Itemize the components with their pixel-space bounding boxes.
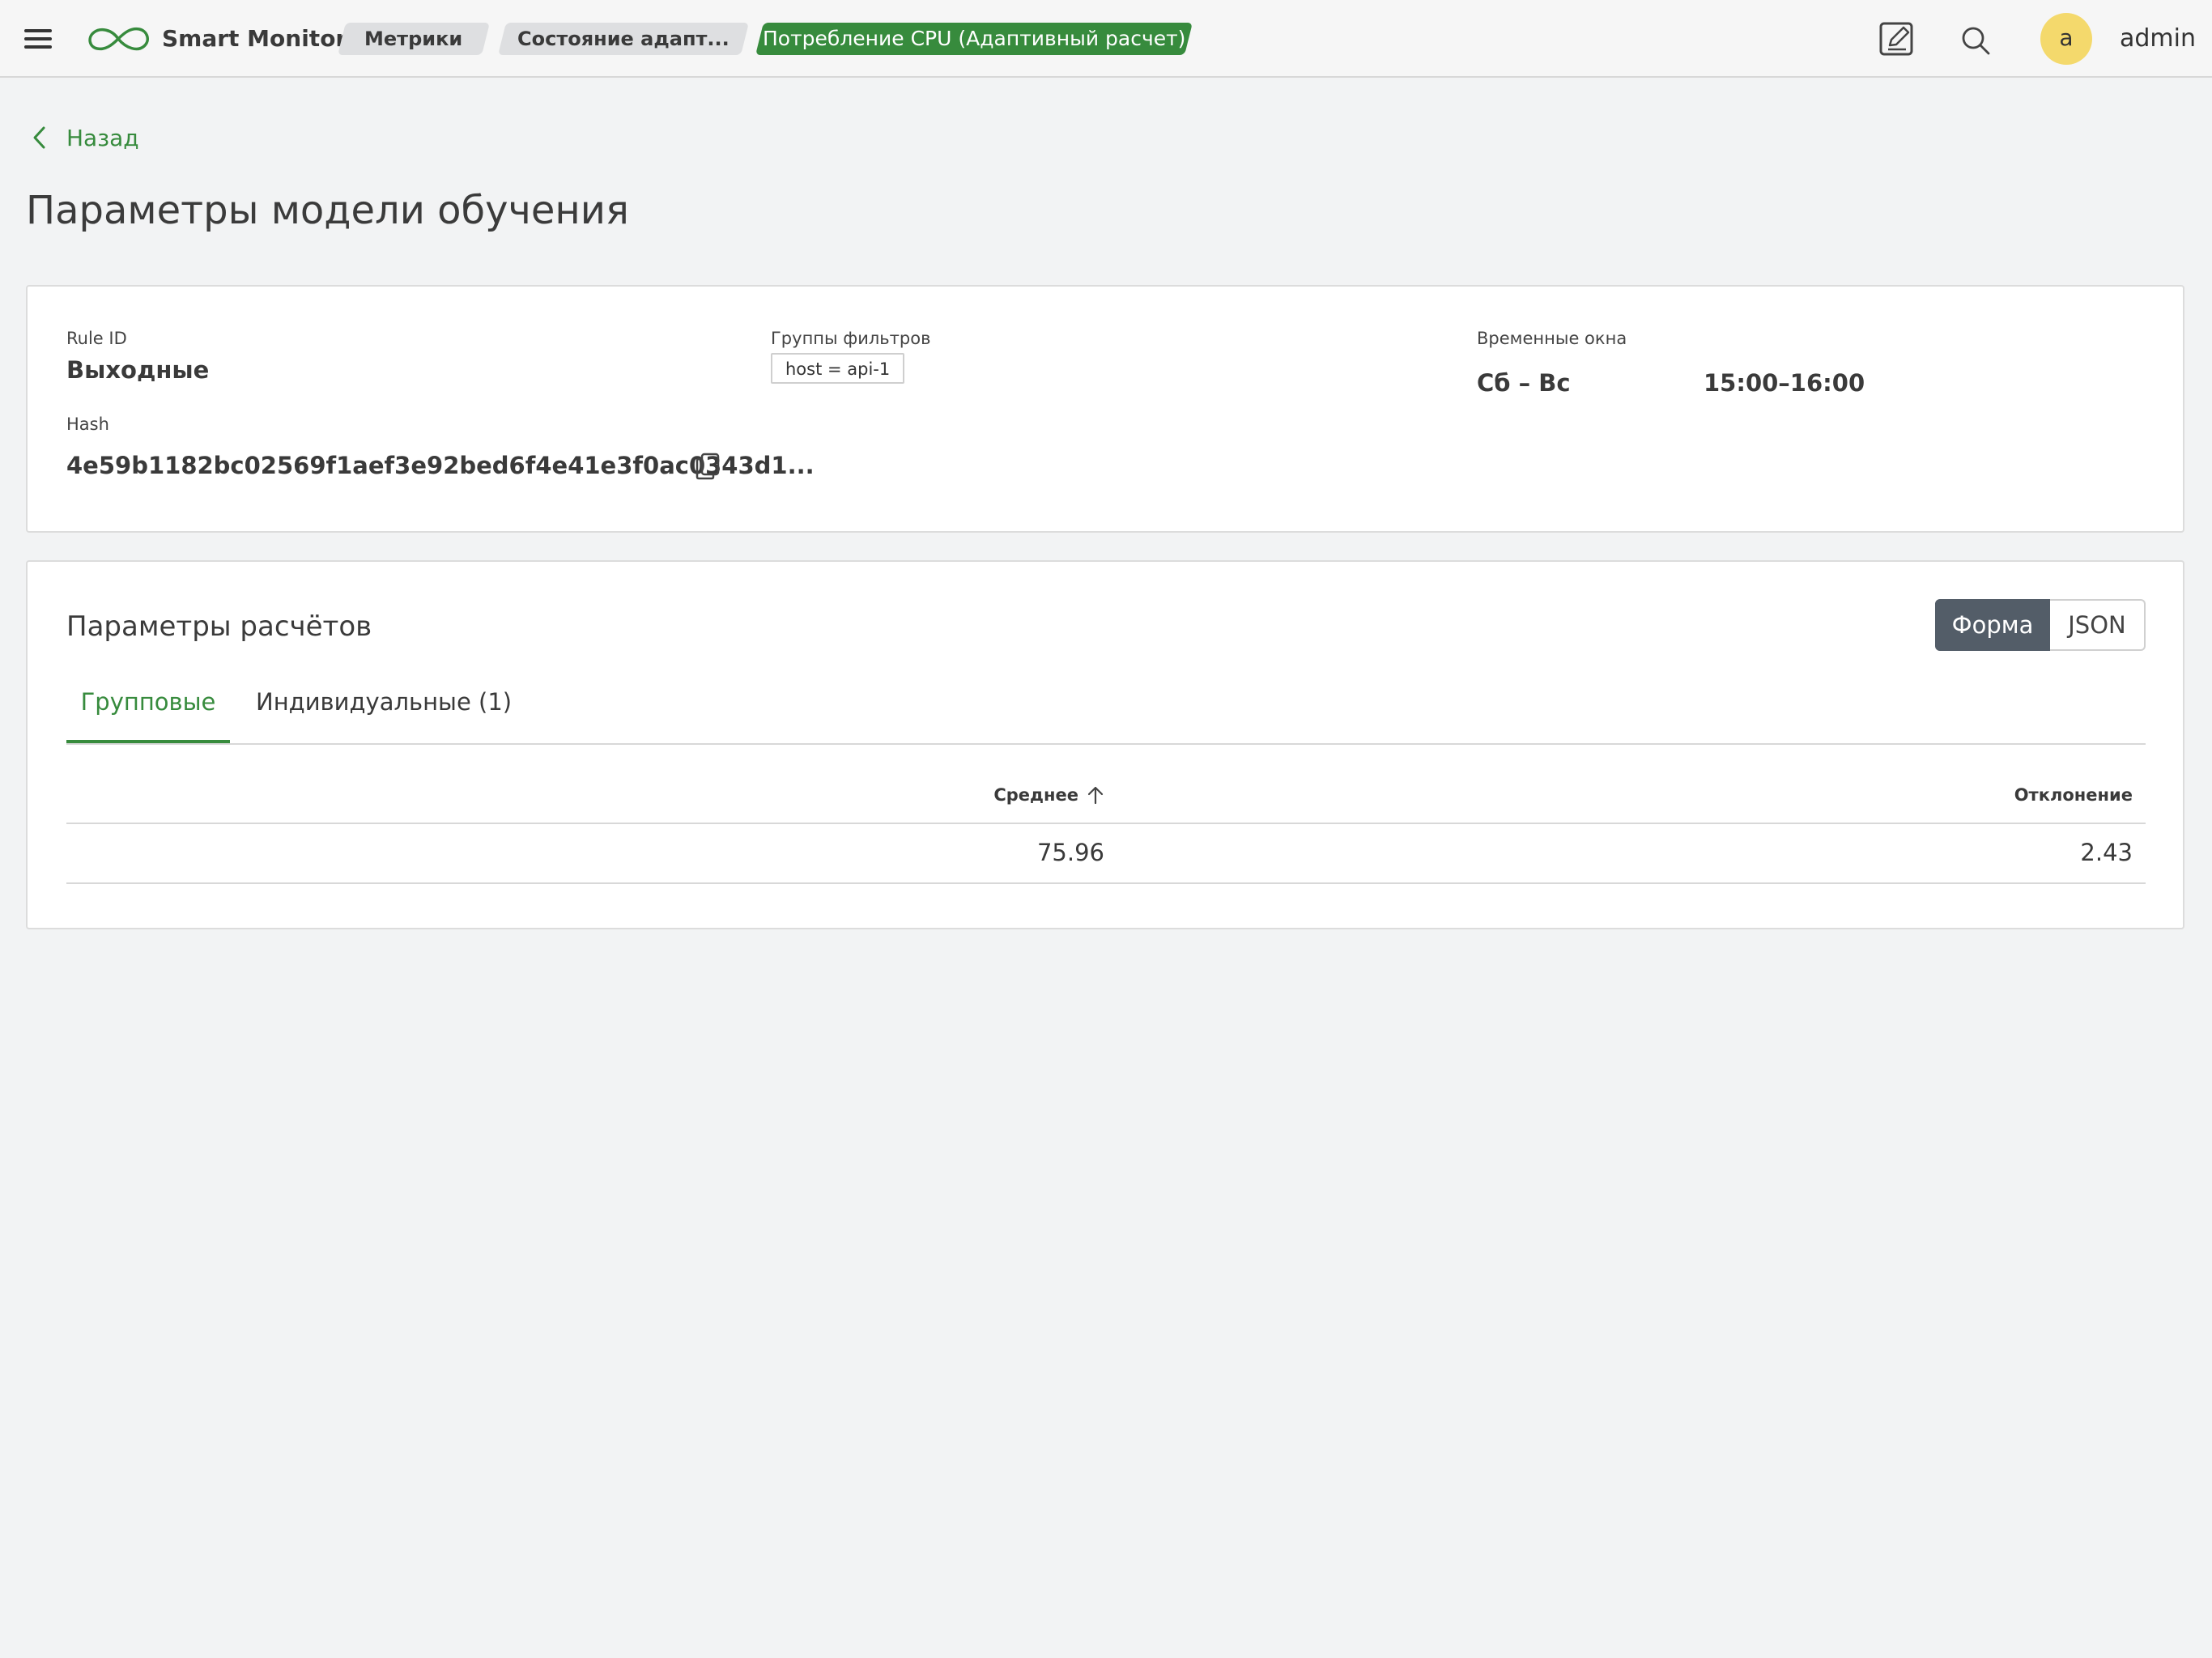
view-toggle: Форма JSON (1935, 599, 2146, 651)
top-bar: Smart Monitor Метрики Состояние адапт...… (0, 0, 2212, 78)
column-header-deviation[interactable]: Отклонение (2014, 785, 2133, 805)
breadcrumb-label: Потребление CPU (Адаптивный расчет) (762, 27, 1186, 50)
view-form-button[interactable]: Форма (1935, 599, 2050, 651)
cell-mean: 75.96 (1036, 839, 1104, 866)
column-label: Среднее (993, 785, 1078, 805)
app-title[interactable]: Smart Monitor (162, 25, 347, 52)
chevron-left-icon (33, 126, 45, 149)
breadcrumb-metrics[interactable]: Метрики (338, 23, 490, 55)
tab-individual[interactable]: Индивидуальные (1) (256, 688, 512, 743)
section-title: Параметры расчётов (66, 610, 372, 643)
breadcrumb-adaptive-state[interactable]: Состояние адапт... (498, 23, 749, 55)
calc-params-card: Параметры расчётов Форма JSON Групповые … (26, 560, 2184, 929)
time-window-days: Сб – Вс (1477, 369, 1571, 397)
username[interactable]: admin (2120, 24, 2196, 53)
filter-groups-label: Группы фильтров (771, 329, 931, 348)
copy-icon[interactable] (695, 452, 721, 481)
edit-icon[interactable] (1878, 19, 1916, 58)
breadcrumb-label: Состояние адапт... (517, 28, 730, 50)
cell-deviation: 2.43 (2080, 839, 2133, 866)
back-label: Назад (66, 124, 139, 151)
page-title: Параметры модели обучения (26, 188, 629, 233)
back-link[interactable]: Назад (31, 121, 139, 154)
hamburger-icon[interactable] (24, 28, 53, 50)
params-table: Среднее Отклонение 75.96 2.43 (66, 767, 2146, 884)
hash-label: Hash (66, 414, 109, 434)
rule-info-card: Rule ID Выходные Группы фильтров host = … (26, 285, 2184, 533)
tab-group[interactable]: Групповые (66, 688, 230, 743)
rule-id-value: Выходные (66, 356, 210, 384)
time-windows-label: Временные окна (1477, 329, 1627, 348)
rule-id-label: Rule ID (66, 329, 127, 348)
time-window-hours: 15:00–16:00 (1704, 369, 1865, 397)
table-header: Среднее Отклонение (66, 767, 2146, 824)
breadcrumb-label: Метрики (364, 28, 463, 50)
arrow-up-icon (1087, 786, 1104, 805)
infinity-logo[interactable] (84, 23, 152, 55)
column-header-mean[interactable]: Среднее (993, 785, 1104, 805)
filter-tag: host = api-1 (771, 353, 905, 384)
search-icon[interactable] (1959, 24, 1992, 57)
view-json-button[interactable]: JSON (2050, 599, 2146, 651)
tabs: Групповые Индивидуальные (1) (66, 677, 2146, 745)
table-row: 75.96 2.43 (66, 824, 2146, 884)
avatar[interactable]: a (2040, 13, 2092, 65)
breadcrumb-cpu-usage[interactable]: Потребление CPU (Адаптивный расчет) (755, 23, 1193, 55)
